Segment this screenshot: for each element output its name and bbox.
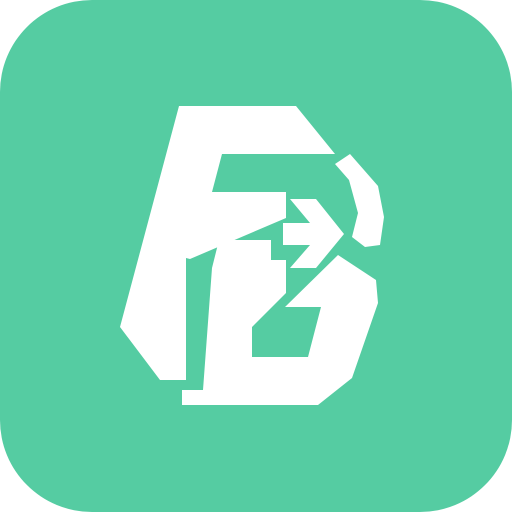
app-icon-canvas: FB — [0, 0, 512, 512]
app-logo-icon: FB — [0, 0, 512, 512]
